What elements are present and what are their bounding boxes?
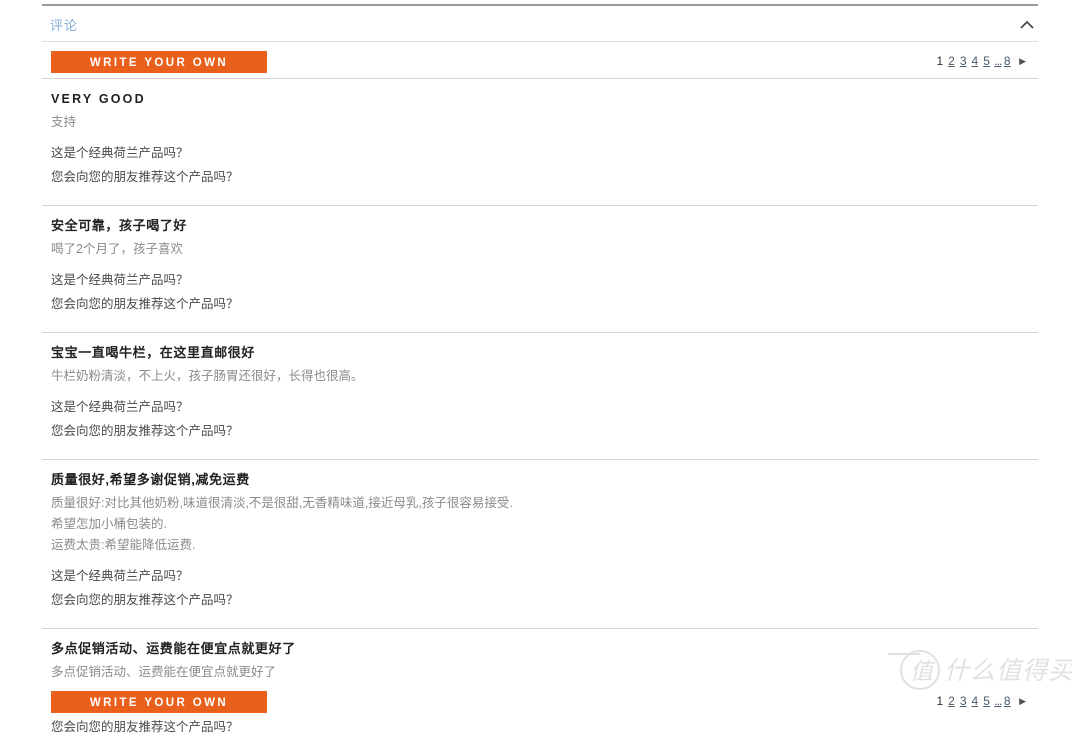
pagination-page-8[interactable]: 8	[1004, 53, 1011, 69]
review-body-line: 支持	[51, 115, 77, 129]
reviews-section-header[interactable]: 评论	[42, 4, 1038, 42]
review-body: 质量很好:对比其他奶粉,味道很清淡,不是很甜,无香精味道,接近母乳,孩子很容易接…	[51, 493, 1038, 556]
review-question-recommend: 您会向您的朋友推荐这个产品吗？	[51, 720, 239, 734]
pagination-page-4[interactable]: 4	[972, 53, 979, 69]
review-question-origin: 这是个经典荷兰产品吗？	[51, 273, 189, 287]
review-question-recommend: 您会向您的朋友推荐这个产品吗？	[51, 297, 239, 311]
review-body-line: 希望怎加小桶包装的.	[51, 517, 167, 531]
review-body: 喝了2个月了，孩子喜欢	[51, 239, 1038, 260]
review-title: 宝宝一直喝牛栏，在这里直邮很好	[51, 345, 256, 360]
write-review-button-bottom[interactable]: WRITE YOUR OWN	[51, 691, 267, 713]
pagination-page-2[interactable]: 2	[948, 693, 955, 709]
review-item: 宝宝一直喝牛栏，在这里直邮很好 牛栏奶粉清淡，不上火，孩子肠胃还很好，长得也很高…	[42, 332, 1038, 459]
pagination-page-5[interactable]: 5	[983, 53, 990, 69]
review-title: 安全可靠，孩子喝了好	[51, 218, 188, 233]
pagination-page-1[interactable]: 1	[936, 53, 943, 69]
pagination-page-2[interactable]: 2	[948, 53, 955, 69]
review-question-recommend: 您会向您的朋友推荐这个产品吗？	[51, 593, 239, 607]
review-question-origin: 这是个经典荷兰产品吗？	[51, 569, 189, 583]
pagination-page-5[interactable]: 5	[983, 693, 990, 709]
review-body-line: 多点促销活动、运费能在便宜点就更好了	[51, 665, 277, 679]
pagination-page-4[interactable]: 4	[972, 693, 979, 709]
pagination-page-3[interactable]: 3	[960, 693, 967, 709]
review-body-line: 质量很好:对比其他奶粉,味道很清淡,不是很甜,无香精味道,接近母乳,孩子很容易接…	[51, 496, 513, 510]
review-body: 牛栏奶粉清淡，不上火，孩子肠胃还很好，长得也很高。	[51, 366, 1038, 387]
review-list: VERY GOOD 支持 这是个经典荷兰产品吗？ 您会向您的朋友推荐这个产品吗？…	[42, 78, 1038, 755]
write-review-button-top[interactable]: WRITE YOUR OWN	[51, 51, 267, 73]
pagination-page-8[interactable]: 8	[1004, 693, 1011, 709]
review-item: VERY GOOD 支持 这是个经典荷兰产品吗？ 您会向您的朋友推荐这个产品吗？	[42, 78, 1038, 205]
pagination-top: 1 2 3 4 5... 8 ▶	[934, 53, 1026, 69]
pagination-page-3[interactable]: 3	[960, 53, 967, 69]
pagination-next-icon[interactable]: ▶	[1019, 53, 1026, 69]
review-question-recommend: 您会向您的朋友推荐这个产品吗？	[51, 170, 239, 184]
review-question-origin: 这是个经典荷兰产品吗？	[51, 146, 189, 160]
review-body-line: 牛栏奶粉清淡，不上火，孩子肠胃还很好，长得也很高。	[51, 369, 364, 383]
review-body-line: 运费太贵:希望能降低运费.	[51, 538, 196, 552]
review-title: 多点促销活动、运费能在便宜点就更好了	[51, 641, 296, 656]
review-question-origin: 这是个经典荷兰产品吗？	[51, 400, 189, 414]
review-title: 质量很好,希望多谢促销,减免运费	[51, 472, 250, 487]
pagination-bottom: 1 2 3 4 5... 8 ▶	[934, 693, 1026, 709]
reviews-toolbar-top: WRITE YOUR OWN 1 2 3 4 5... 8 ▶	[42, 51, 1038, 73]
reviews-toolbar-bottom: WRITE YOUR OWN 1 2 3 4 5... 8 ▶	[42, 691, 1038, 713]
review-body: 多点促销活动、运费能在便宜点就更好了	[51, 662, 1038, 683]
pagination-ellipsis: ...	[994, 54, 1002, 68]
review-item: 质量很好,希望多谢促销,减免运费 质量很好:对比其他奶粉,味道很清淡,不是很甜,…	[42, 459, 1038, 628]
page-title: 评论	[50, 18, 79, 33]
review-body-line: 喝了2个月了，孩子喜欢	[51, 242, 183, 256]
pagination-next-icon[interactable]: ▶	[1019, 693, 1026, 709]
review-title: VERY GOOD	[51, 92, 146, 106]
review-question-recommend: 您会向您的朋友推荐这个产品吗？	[51, 424, 239, 438]
review-body: 支持	[51, 112, 1038, 133]
chevron-up-icon[interactable]	[1020, 20, 1034, 30]
review-item: 安全可靠，孩子喝了好 喝了2个月了，孩子喜欢 这是个经典荷兰产品吗？ 您会向您的…	[42, 205, 1038, 332]
pagination-page-1[interactable]: 1	[936, 693, 943, 709]
pagination-ellipsis: ...	[994, 694, 1002, 708]
